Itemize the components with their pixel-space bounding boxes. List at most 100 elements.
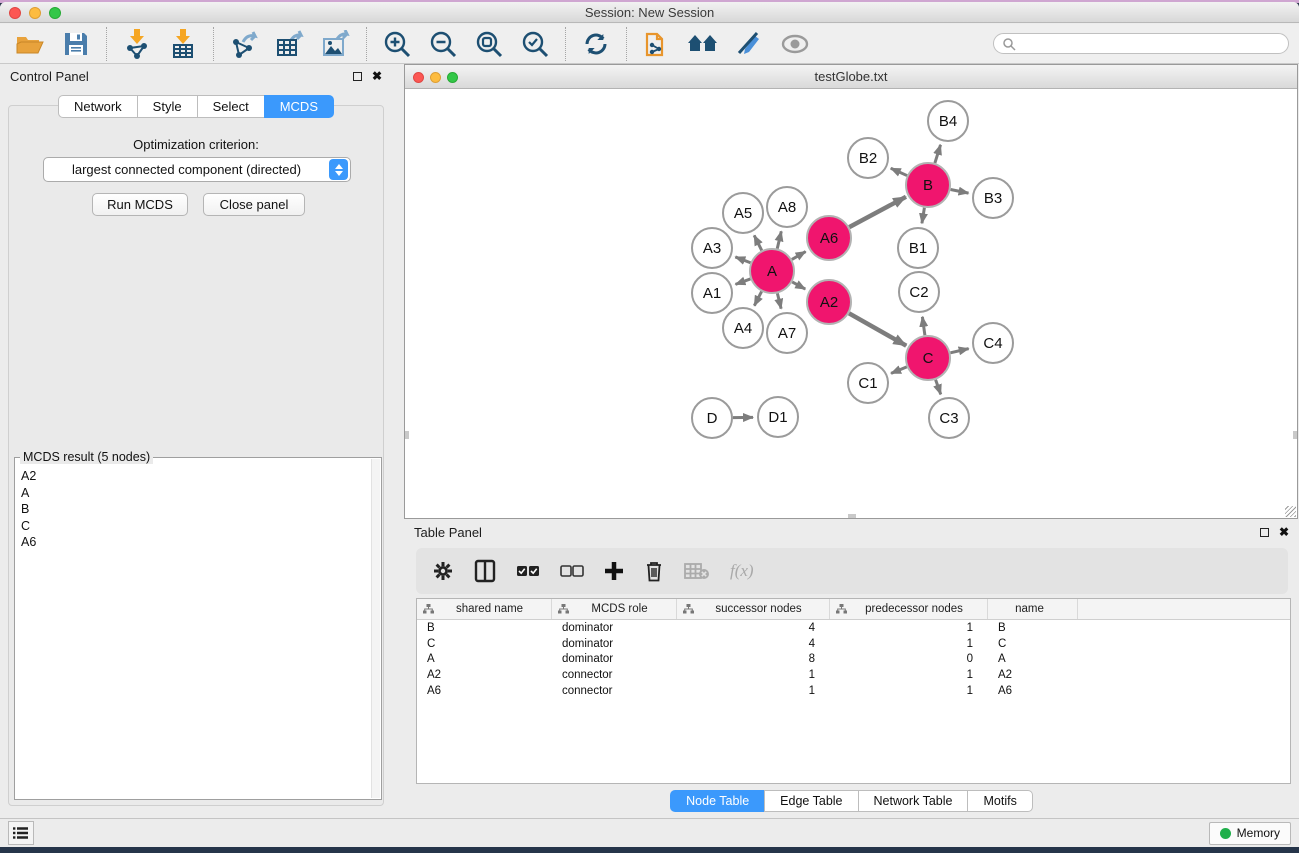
optimization-criterion-select[interactable]: largest connected component (directed): [43, 157, 351, 182]
table-row[interactable]: B dominator 4 1 B: [417, 620, 1290, 636]
import-network-button[interactable]: [121, 28, 153, 60]
graph-node-label-B1: B1: [909, 240, 927, 257]
graph-edge-B-B4[interactable]: [935, 145, 941, 163]
tab-motifs[interactable]: Motifs: [967, 790, 1032, 812]
export-network-button[interactable]: [228, 28, 260, 60]
tab-style[interactable]: Style: [137, 95, 197, 118]
minimize-network-button[interactable]: [430, 72, 441, 83]
delete-table-button[interactable]: [684, 556, 710, 586]
column-header-predecessor-nodes[interactable]: predecessor nodes: [830, 599, 988, 619]
frame-resize-corner[interactable]: [1285, 506, 1296, 517]
result-item[interactable]: A: [21, 485, 369, 502]
graph-node-label-B3: B3: [984, 190, 1002, 207]
network-canvas[interactable]: AA1A2A3A4A5A6A7A8BB1B2B3B4CC1C2C3C4DD1: [405, 89, 1297, 518]
graph-edge-C-C1[interactable]: [891, 367, 907, 374]
save-session-button[interactable]: [60, 28, 92, 60]
show-column-button[interactable]: [474, 556, 496, 586]
tab-network[interactable]: Network: [58, 95, 137, 118]
graph-edge-B-B1[interactable]: [922, 208, 924, 224]
tab-select[interactable]: Select: [197, 95, 264, 118]
mcds-result-list[interactable]: A2 A B C A6: [21, 468, 369, 795]
result-item[interactable]: A6: [21, 534, 369, 551]
maximize-window-button[interactable]: [49, 7, 61, 19]
float-panel-icon[interactable]: [353, 72, 362, 81]
graph-edge-A2-C[interactable]: [849, 313, 906, 345]
search-field[interactable]: [993, 33, 1289, 54]
tab-network-table[interactable]: Network Table: [858, 790, 968, 812]
graph-node-label-B2: B2: [859, 150, 877, 167]
window-title: Session: New Session: [585, 5, 714, 20]
table-settings-button[interactable]: [432, 556, 454, 586]
table-row[interactable]: C dominator 4 1 C: [417, 636, 1290, 652]
minimize-window-button[interactable]: [29, 7, 41, 19]
graph-node-label-C1: C1: [858, 375, 877, 392]
run-mcds-button[interactable]: Run MCDS: [92, 193, 188, 216]
result-scrollbar[interactable]: [371, 459, 380, 798]
import-table-button[interactable]: [167, 28, 199, 60]
table-row[interactable]: A6 connector 1 1 A6: [417, 683, 1290, 699]
open-session-button[interactable]: [14, 28, 46, 60]
close-network-button[interactable]: [413, 72, 424, 83]
result-item[interactable]: A2: [21, 468, 369, 485]
search-input[interactable]: [1016, 37, 1280, 51]
close-table-panel-icon[interactable]: ✖: [1279, 526, 1289, 538]
zoom-out-icon: [429, 30, 457, 58]
graph-edge-A-A3[interactable]: [735, 257, 750, 263]
result-item[interactable]: B: [21, 501, 369, 518]
close-panel-icon[interactable]: ✖: [372, 70, 382, 82]
tab-edge-table[interactable]: Edge Table: [764, 790, 857, 812]
network-from-file-button[interactable]: [641, 28, 673, 60]
home-button[interactable]: [687, 28, 719, 60]
eye-button[interactable]: [779, 28, 811, 60]
graph-edge-A-A4[interactable]: [754, 291, 761, 305]
column-header-successor-nodes[interactable]: successor nodes: [677, 599, 830, 619]
delete-column-button[interactable]: [644, 556, 664, 586]
refresh-button[interactable]: [580, 28, 612, 60]
graph-edge-A-A8[interactable]: [777, 231, 781, 248]
frame-resize-tick-right[interactable]: [1293, 431, 1297, 439]
maximize-network-button[interactable]: [447, 72, 458, 83]
column-header-mcds-role[interactable]: MCDS role: [552, 599, 677, 619]
close-panel-button[interactable]: Close panel: [203, 193, 305, 216]
graph-edge-A-A1[interactable]: [735, 279, 750, 284]
delete-table-icon: [684, 561, 710, 581]
float-table-panel-icon[interactable]: [1260, 528, 1269, 537]
column-header-shared-name[interactable]: shared name: [417, 599, 552, 619]
graph-edge-A-A7[interactable]: [777, 293, 781, 308]
zoom-out-button[interactable]: [427, 28, 459, 60]
result-item[interactable]: C: [21, 518, 369, 535]
function-builder-button[interactable]: f(x): [730, 556, 754, 586]
graph-edge-C-C4[interactable]: [950, 349, 968, 353]
graph-edge-A-A2[interactable]: [792, 282, 805, 289]
table-row[interactable]: A dominator 8 0 A: [417, 652, 1290, 668]
search-icon: [1002, 37, 1016, 51]
zoom-fit-button[interactable]: [473, 28, 505, 60]
window-titlebar[interactable]: Session: New Session: [0, 2, 1299, 23]
graph-edge-B-B2[interactable]: [891, 168, 907, 175]
select-all-button[interactable]: [516, 556, 540, 586]
graph-edge-B-B3[interactable]: [951, 190, 969, 194]
tab-node-table[interactable]: Node Table: [670, 790, 764, 812]
graph-edge-A-A6[interactable]: [792, 252, 806, 260]
graph-edge-A-A5[interactable]: [754, 235, 762, 250]
graph-edge-C-C2[interactable]: [922, 317, 925, 335]
close-window-button[interactable]: [9, 7, 21, 19]
task-history-button[interactable]: [8, 821, 34, 845]
column-header-name[interactable]: name: [988, 599, 1078, 619]
annotation-off-button[interactable]: [733, 28, 765, 60]
export-table-button[interactable]: [274, 28, 306, 60]
deselect-all-button[interactable]: [560, 556, 584, 586]
zoom-in-button[interactable]: [381, 28, 413, 60]
network-window-titlebar[interactable]: testGlobe.txt: [405, 65, 1297, 89]
tab-mcds[interactable]: MCDS: [264, 95, 334, 118]
node-table[interactable]: shared name MCDS role successor nodes pr…: [416, 598, 1291, 784]
graph-edge-A6-B[interactable]: [849, 197, 906, 227]
zoom-selected-button[interactable]: [519, 28, 551, 60]
add-column-button[interactable]: [604, 556, 624, 586]
memory-button[interactable]: Memory: [1209, 822, 1291, 845]
graph-edge-C-C3[interactable]: [936, 380, 941, 395]
frame-resize-tick-left[interactable]: [405, 431, 409, 439]
frame-resize-tick-bottom[interactable]: [848, 514, 856, 518]
export-image-button[interactable]: [320, 28, 352, 60]
table-row[interactable]: A2 connector 1 1 A2: [417, 667, 1290, 683]
